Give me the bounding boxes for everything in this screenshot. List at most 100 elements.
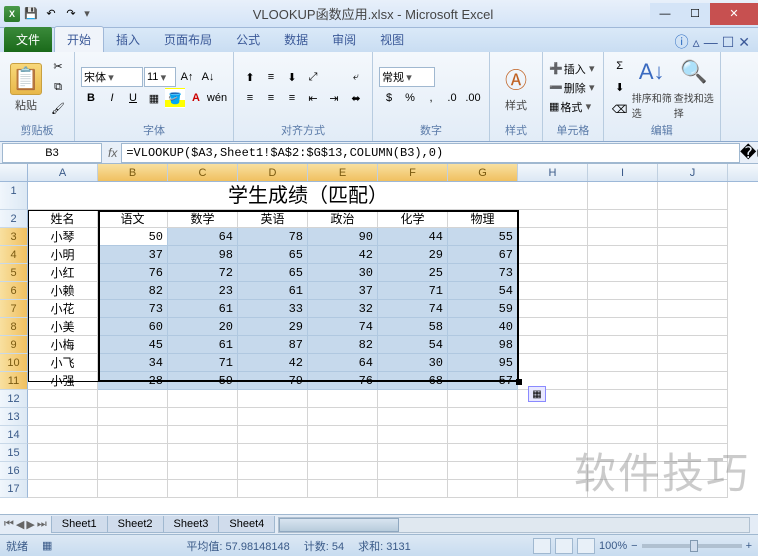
zoom-in-icon[interactable]: +: [746, 540, 752, 552]
header-物理[interactable]: 物理: [448, 210, 518, 228]
name-cell[interactable]: 小琴: [28, 228, 98, 246]
insert-cells-button[interactable]: ➕插入▾: [549, 61, 597, 77]
cell[interactable]: [588, 336, 658, 354]
cell[interactable]: [658, 462, 728, 480]
cell[interactable]: [98, 408, 168, 426]
align-middle-icon[interactable]: ≡: [261, 67, 281, 87]
data-cell[interactable]: 25: [378, 264, 448, 282]
currency-icon[interactable]: $: [379, 88, 399, 108]
data-cell[interactable]: 90: [308, 228, 378, 246]
data-cell[interactable]: 42: [308, 246, 378, 264]
cell[interactable]: [588, 426, 658, 444]
font-name-combo[interactable]: 宋体▾: [81, 67, 143, 87]
cell[interactable]: [448, 408, 518, 426]
cell[interactable]: [308, 444, 378, 462]
row-header-9[interactable]: 9: [0, 336, 28, 354]
cell[interactable]: [238, 390, 308, 408]
header-语文[interactable]: 语文: [98, 210, 168, 228]
header-英语[interactable]: 英语: [238, 210, 308, 228]
cut-icon[interactable]: ✂: [48, 57, 68, 77]
cell[interactable]: [658, 444, 728, 462]
row-header-15[interactable]: 15: [0, 444, 28, 462]
styles-button[interactable]: Ⓐ 样式: [496, 63, 536, 113]
data-cell[interactable]: 71: [168, 354, 238, 372]
inc-decimal-icon[interactable]: .0: [442, 88, 462, 108]
cell[interactable]: [448, 480, 518, 498]
zoom-level[interactable]: 100%: [599, 540, 627, 552]
cell[interactable]: [98, 426, 168, 444]
expand-formula-icon[interactable]: �útil: [740, 143, 758, 163]
cell[interactable]: [238, 426, 308, 444]
cell[interactable]: [518, 228, 588, 246]
italic-button[interactable]: I: [102, 88, 122, 108]
percent-icon[interactable]: %: [400, 88, 420, 108]
cell[interactable]: [588, 480, 658, 498]
row-header-11[interactable]: 11: [0, 372, 28, 390]
cell[interactable]: [588, 390, 658, 408]
cell[interactable]: [658, 372, 728, 390]
col-header-F[interactable]: F: [378, 164, 448, 181]
data-cell[interactable]: 37: [308, 282, 378, 300]
autosum-icon[interactable]: Σ: [610, 56, 630, 76]
name-cell[interactable]: 小飞: [28, 354, 98, 372]
data-cell[interactable]: 67: [448, 246, 518, 264]
row-header-2[interactable]: 2: [0, 210, 28, 228]
cell[interactable]: [658, 264, 728, 282]
cell[interactable]: [518, 480, 588, 498]
cell[interactable]: [658, 210, 728, 228]
cell[interactable]: [98, 480, 168, 498]
data-cell[interactable]: 74: [308, 318, 378, 336]
align-bottom-icon[interactable]: ⬇: [282, 67, 302, 87]
cell[interactable]: [658, 354, 728, 372]
data-cell[interactable]: 45: [98, 336, 168, 354]
data-cell[interactable]: 64: [168, 228, 238, 246]
cell[interactable]: [168, 462, 238, 480]
sheet-last-icon[interactable]: ⏭: [37, 518, 47, 531]
col-header-G[interactable]: G: [448, 164, 518, 181]
dec-decimal-icon[interactable]: .00: [463, 88, 483, 108]
cell[interactable]: [658, 480, 728, 498]
fill-icon[interactable]: ⬇: [610, 78, 630, 98]
data-cell[interactable]: 82: [308, 336, 378, 354]
cell[interactable]: [378, 390, 448, 408]
cell[interactable]: [448, 444, 518, 462]
ribbon-min-icon[interactable]: —: [704, 34, 718, 50]
tab-view[interactable]: 视图: [368, 27, 416, 52]
maximize-button[interactable]: ☐: [680, 3, 710, 25]
minimize-ribbon-icon[interactable]: ▵: [693, 34, 700, 51]
header-政治[interactable]: 政治: [308, 210, 378, 228]
name-cell[interactable]: 小强: [28, 372, 98, 390]
row-header-13[interactable]: 13: [0, 408, 28, 426]
minimize-button[interactable]: —: [650, 3, 680, 25]
data-cell[interactable]: 82: [98, 282, 168, 300]
cell[interactable]: [28, 480, 98, 498]
fill-handle[interactable]: [516, 379, 522, 385]
shrink-font-icon[interactable]: A↓: [198, 67, 218, 87]
find-select-button[interactable]: 🔍 查找和选择: [674, 56, 714, 120]
cell[interactable]: [518, 426, 588, 444]
cell[interactable]: [308, 480, 378, 498]
select-all-corner[interactable]: [0, 164, 28, 181]
cell[interactable]: [518, 354, 588, 372]
data-cell[interactable]: 37: [98, 246, 168, 264]
cell[interactable]: [308, 390, 378, 408]
name-cell[interactable]: 小花: [28, 300, 98, 318]
data-cell[interactable]: 98: [448, 336, 518, 354]
fill-color-button[interactable]: 🪣: [165, 88, 185, 108]
format-painter-icon[interactable]: 🖌: [48, 99, 68, 119]
data-cell[interactable]: 34: [98, 354, 168, 372]
data-cell[interactable]: 74: [378, 300, 448, 318]
delete-cells-button[interactable]: ➖删除▾: [549, 80, 597, 96]
undo-icon[interactable]: ↶: [42, 5, 60, 23]
row-header-4[interactable]: 4: [0, 246, 28, 264]
tab-review[interactable]: 审阅: [320, 27, 368, 52]
row-header-16[interactable]: 16: [0, 462, 28, 480]
qat-dropdown-icon[interactable]: ▾: [82, 5, 92, 23]
copy-icon[interactable]: ⧉: [48, 78, 68, 98]
cell[interactable]: [588, 462, 658, 480]
number-format-combo[interactable]: 常规▾: [379, 67, 435, 87]
tab-formulas[interactable]: 公式: [224, 27, 272, 52]
redo-icon[interactable]: ↷: [62, 5, 80, 23]
col-header-J[interactable]: J: [658, 164, 728, 181]
cell[interactable]: [308, 462, 378, 480]
